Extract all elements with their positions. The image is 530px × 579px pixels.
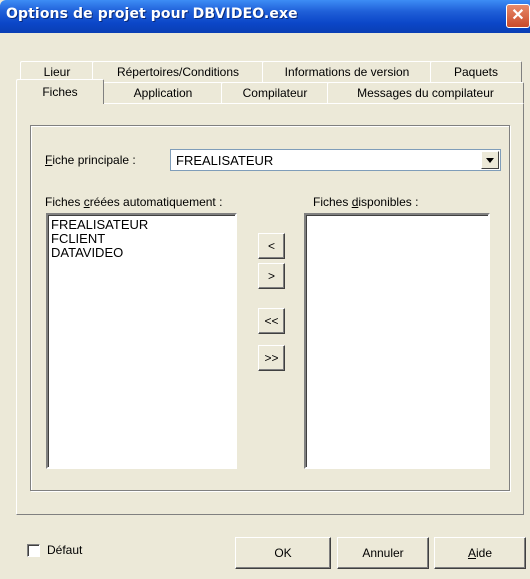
tab-label: Informations de version bbox=[284, 65, 410, 79]
tab-application[interactable]: Application bbox=[103, 82, 223, 104]
ok-label: OK bbox=[274, 546, 292, 560]
tab-compilateur[interactable]: Compilateur bbox=[221, 82, 329, 104]
cancel-button[interactable]: Annuler bbox=[337, 537, 429, 569]
available-forms-label-after: isponibles : bbox=[358, 195, 419, 209]
move-all-left-button[interactable]: << bbox=[258, 308, 285, 334]
tab-label: Répertoires/Conditions bbox=[116, 65, 240, 79]
move-all-right-icon: >> bbox=[264, 351, 279, 365]
tab-fiches[interactable]: Fiches bbox=[16, 79, 104, 104]
help-label-accel: A bbox=[467, 546, 476, 560]
window-title: Options de projet pour DBVIDEO.exe bbox=[6, 6, 298, 22]
tab-messages-du-compilateur[interactable]: Messages du compilateur bbox=[327, 82, 524, 104]
move-left-icon: < bbox=[267, 239, 275, 253]
cancel-label: Annuler bbox=[362, 546, 404, 560]
auto-forms-label: Fiches créées automatiquement : bbox=[45, 195, 222, 209]
main-form-label-rest: iche principale : bbox=[52, 153, 136, 167]
available-forms-list[interactable] bbox=[304, 213, 490, 469]
main-form-value: FREALISATEUR bbox=[176, 153, 274, 168]
list-item[interactable]: DATAVIDEO bbox=[48, 246, 235, 260]
list-item[interactable]: FREALISATEUR bbox=[48, 218, 235, 232]
available-forms-label-before: Fiches bbox=[313, 195, 352, 209]
tab-label: Messages du compilateur bbox=[357, 86, 494, 100]
move-all-left-icon: << bbox=[264, 314, 279, 328]
help-label-rest: ide bbox=[476, 546, 493, 560]
available-forms-label: Fiches disponibles : bbox=[313, 195, 418, 209]
close-icon: ✕ bbox=[511, 7, 525, 24]
tab-repertoires-conditions[interactable]: Répertoires/Conditions bbox=[92, 61, 264, 83]
chevron-down-icon[interactable] bbox=[481, 151, 499, 169]
move-right-icon: > bbox=[267, 269, 275, 283]
main-form-label: Fiche principale : bbox=[45, 153, 136, 167]
tab-paquets[interactable]: Paquets bbox=[430, 61, 522, 83]
tab-label: Paquets bbox=[453, 65, 499, 79]
tab-label: Lieur bbox=[43, 65, 71, 79]
main-form-select[interactable]: FREALISATEUR bbox=[170, 149, 501, 171]
ok-button[interactable]: OK bbox=[235, 537, 331, 569]
list-item[interactable]: FCLIENT bbox=[48, 232, 235, 246]
tab-label: Application bbox=[133, 86, 193, 100]
auto-forms-list[interactable]: FREALISATEUR FCLIENT DATAVIDEO bbox=[46, 213, 237, 469]
tab-informations-de-version[interactable]: Informations de version bbox=[262, 61, 432, 83]
default-checkbox[interactable] bbox=[27, 544, 40, 557]
help-button[interactable]: Aide bbox=[434, 537, 526, 569]
auto-forms-label-before: Fiches bbox=[45, 195, 84, 209]
move-all-right-button[interactable]: >> bbox=[258, 345, 285, 371]
move-left-button[interactable]: < bbox=[258, 233, 285, 259]
default-label-text: Défaut bbox=[47, 543, 83, 557]
tab-row-front: Fiches Application Compilateur Messages … bbox=[0, 79, 530, 104]
auto-forms-label-after: réées automatiquement : bbox=[89, 195, 223, 209]
tab-label: Fiches bbox=[42, 85, 78, 99]
move-right-button[interactable]: > bbox=[258, 263, 285, 289]
title-bar[interactable]: Options de projet pour DBVIDEO.exe ✕ bbox=[0, 0, 530, 33]
default-label: Défaut bbox=[47, 543, 82, 557]
tab-label: Compilateur bbox=[242, 86, 308, 100]
close-button[interactable]: ✕ bbox=[506, 4, 530, 28]
